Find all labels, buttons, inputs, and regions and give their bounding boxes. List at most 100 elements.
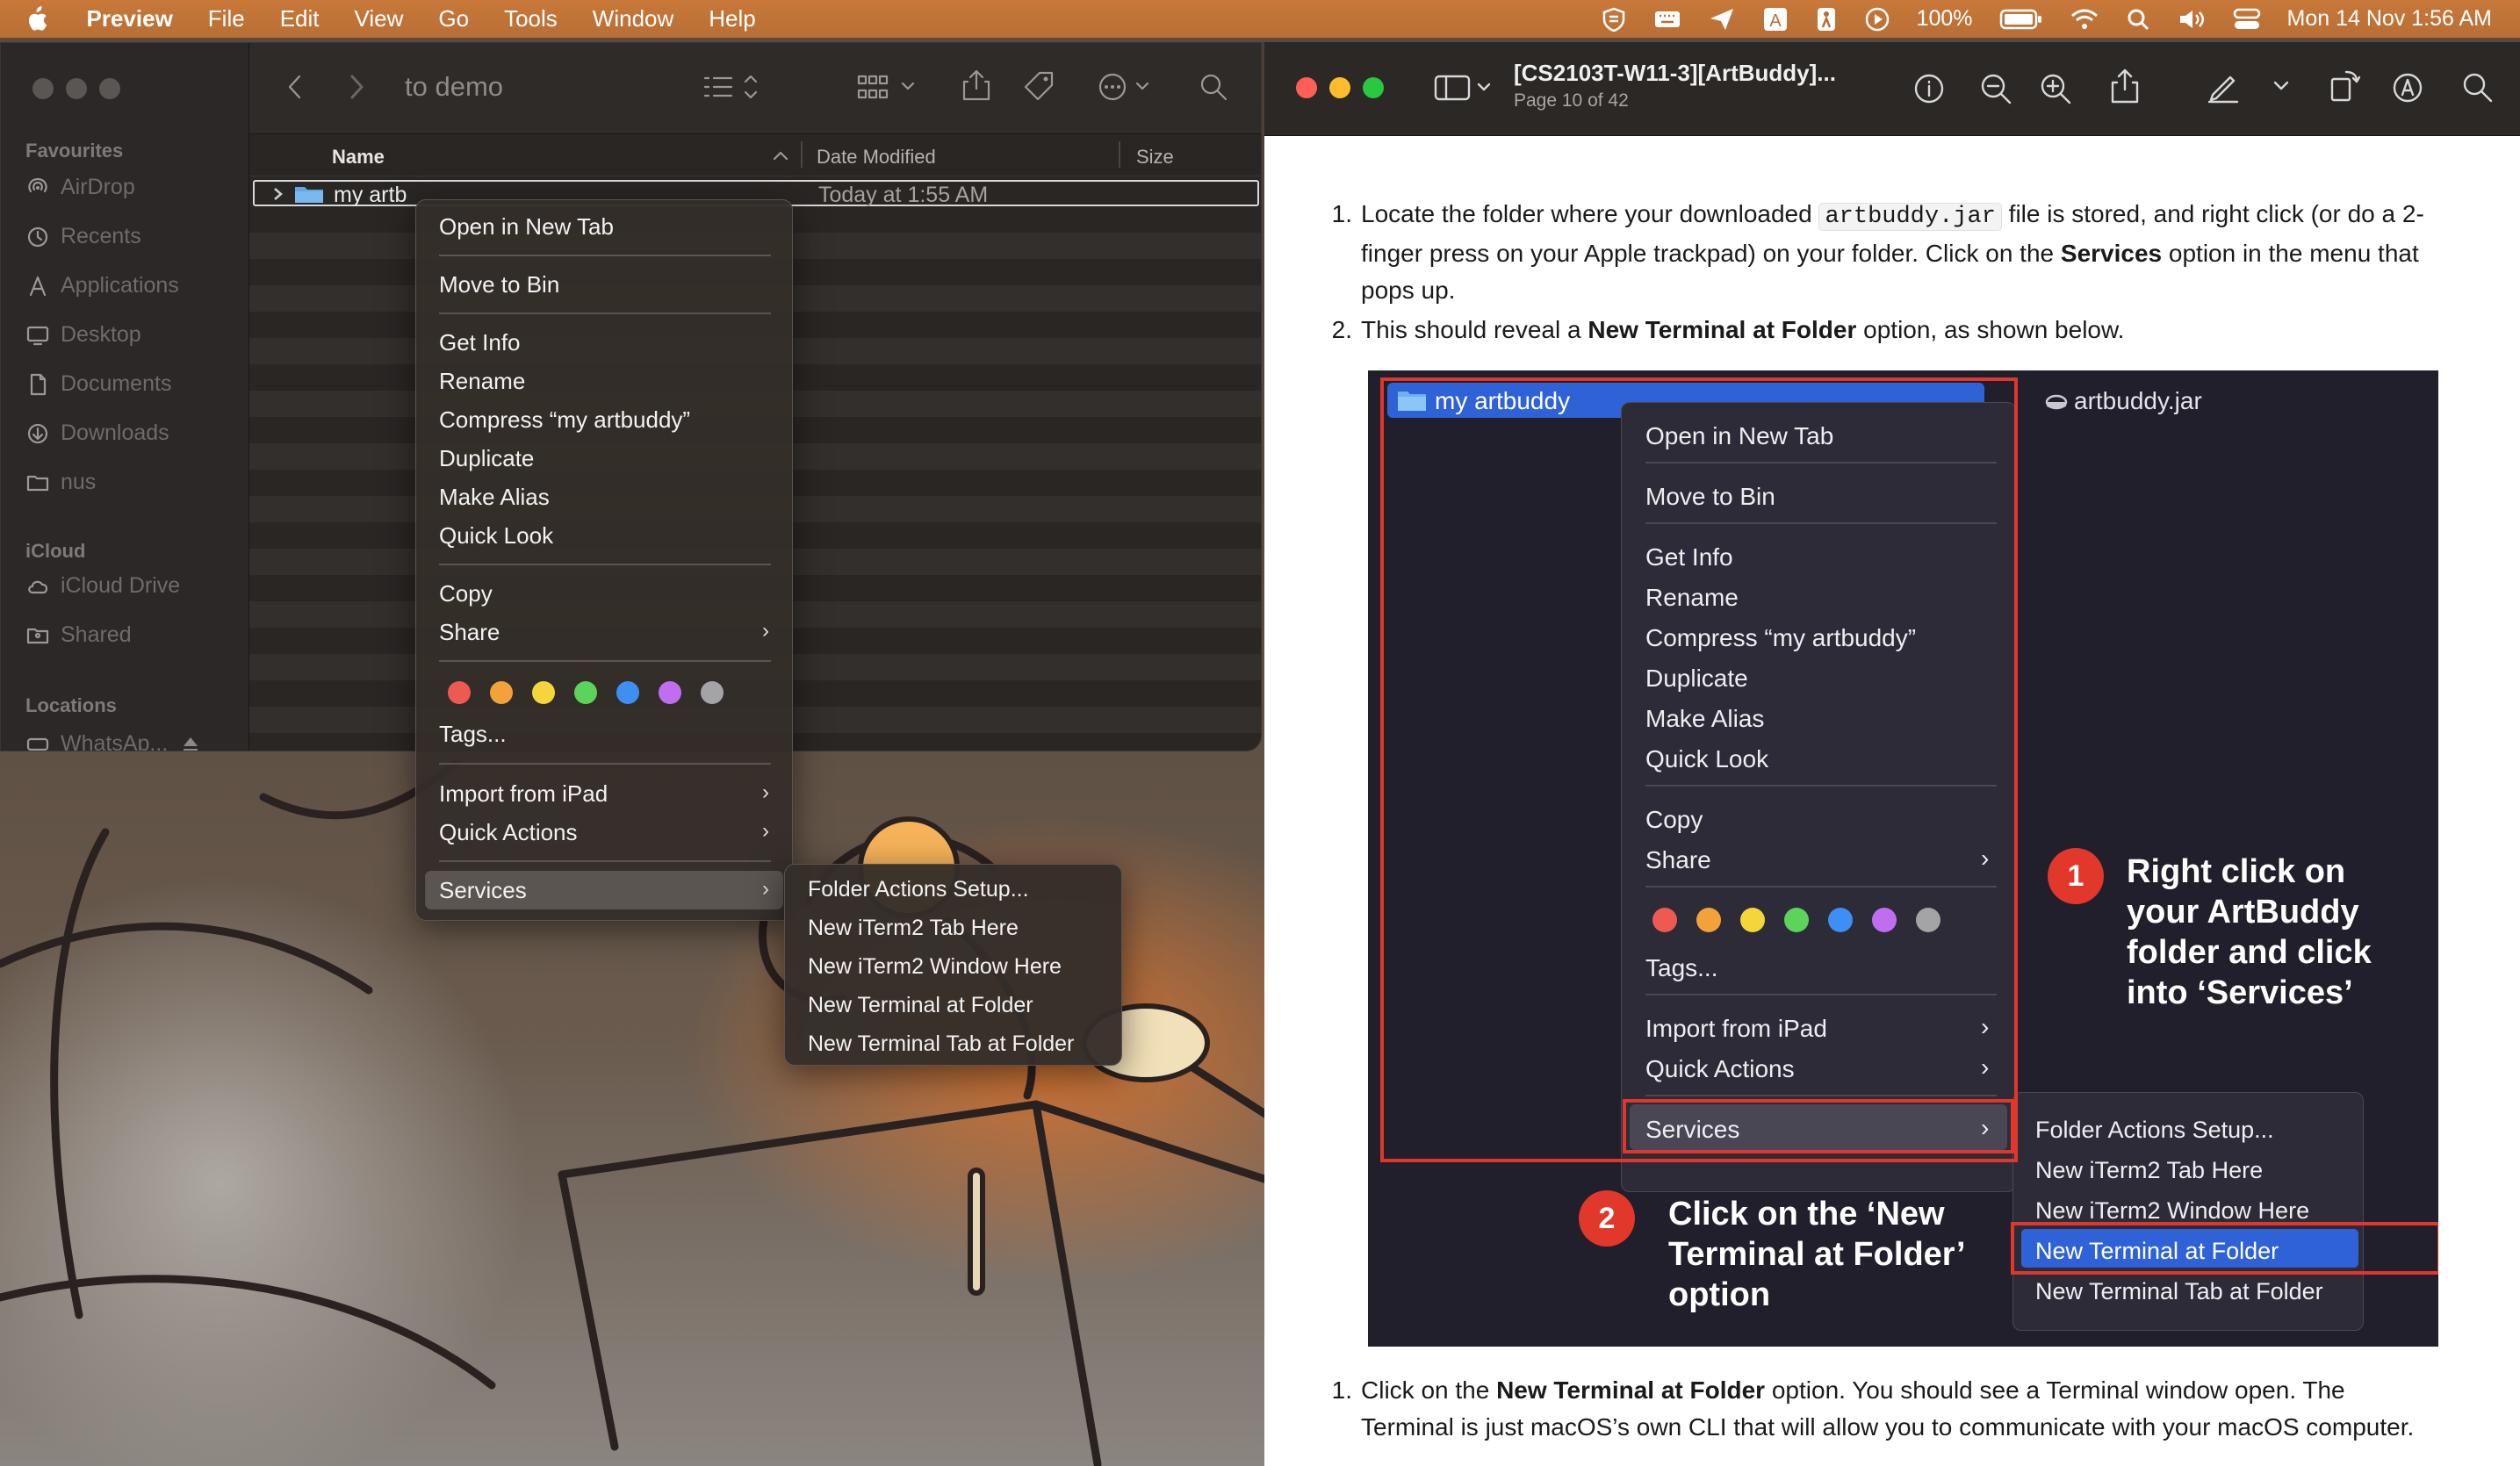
sidebar-item-label: Applications: [61, 273, 179, 298]
volume-icon[interactable]: [2177, 7, 2207, 32]
search-icon[interactable]: [1198, 71, 1229, 103]
menu-tools[interactable]: Tools: [504, 5, 558, 32]
keyboard-icon[interactable]: [1653, 8, 1681, 31]
menu-item-new-terminal-tab-at-folder[interactable]: New Terminal Tab at Folder: [808, 1031, 1074, 1057]
menu-item-open-new-tab[interactable]: Open in New Tab: [439, 213, 614, 241]
services-submenu: Folder Actions Setup... New iTerm2 Tab H…: [784, 864, 1122, 1066]
annotation-box-services: [1623, 1099, 2014, 1153]
rotate-icon[interactable]: [2327, 68, 2362, 104]
back-icon[interactable]: [284, 73, 306, 101]
chevron-down-icon[interactable]: [2271, 77, 2292, 95]
sidebar-item-desktop[interactable]: Desktop: [25, 322, 141, 348]
spotlight-search-icon[interactable]: [2126, 7, 2150, 32]
tag-color-orange[interactable]: [490, 681, 513, 704]
svg-text:A: A: [1769, 11, 1782, 31]
sidebar-item-recents[interactable]: Recents: [25, 224, 141, 249]
accessibility-icon[interactable]: [1815, 6, 1838, 32]
menu-item-move-to-bin[interactable]: Move to Bin: [439, 271, 559, 298]
tag-icon[interactable]: [1022, 69, 1057, 104]
zoom-out-icon[interactable]: [1979, 72, 2014, 107]
forward-icon[interactable]: [346, 73, 367, 101]
apple-logo-icon[interactable]: [24, 5, 48, 33]
menu-item-new-iterm2-window[interactable]: New iTerm2 Window Here: [808, 954, 1062, 980]
menu-go[interactable]: Go: [438, 5, 469, 32]
shield-icon[interactable]: [1601, 6, 1627, 32]
tag-color-green[interactable]: [574, 681, 597, 704]
tag-color-purple[interactable]: [659, 681, 681, 704]
tag-color-blue[interactable]: [616, 681, 639, 704]
close-button[interactable]: [1296, 77, 1317, 98]
tag-color-red[interactable]: [448, 681, 471, 704]
sidebar-item-airdrop[interactable]: AirDrop: [25, 175, 135, 200]
menu-item-services[interactable]: Services: [439, 877, 527, 904]
column-date-modified[interactable]: Date Modified: [817, 146, 936, 169]
chevron-right-icon: ›: [762, 819, 769, 843]
close-button[interactable]: [32, 78, 54, 99]
play-icon[interactable]: [1864, 6, 1890, 32]
control-center-icon[interactable]: [2233, 7, 2261, 32]
tag-color-yellow[interactable]: [532, 681, 555, 704]
zoom-button[interactable]: [99, 78, 120, 99]
folder-icon: [26, 475, 49, 491]
menu-item-compress[interactable]: Compress “my artbuddy”: [439, 406, 690, 434]
menu-item-new-iterm2-tab[interactable]: New iTerm2 Tab Here: [808, 916, 1019, 941]
eject-icon[interactable]: [178, 732, 203, 752]
column-name[interactable]: Name: [332, 146, 385, 169]
menu-item-new-terminal-at-folder[interactable]: New Terminal at Folder: [808, 993, 1033, 1018]
info-icon[interactable]: [1912, 72, 1946, 105]
disclosure-chevron-icon[interactable]: [272, 186, 284, 202]
menu-view[interactable]: View: [355, 5, 404, 32]
menu-item-share[interactable]: Share: [439, 619, 500, 646]
battery-percent: 100%: [1916, 6, 1973, 31]
menu-item-quick-look[interactable]: Quick Look: [439, 522, 553, 550]
markup-pen-icon[interactable]: [2206, 68, 2241, 104]
share-icon[interactable]: [961, 68, 992, 103]
zoom-in-icon[interactable]: [2039, 72, 2074, 107]
column-divider: [801, 141, 803, 168]
menu-item-quick-actions[interactable]: Quick Actions: [439, 819, 578, 846]
menu-item-import-from-ipad[interactable]: Import from iPad: [439, 780, 608, 808]
annotate-icon[interactable]: [2390, 70, 2425, 105]
finder-toolbar: to demo: [249, 43, 1261, 134]
tag-color-grey[interactable]: [701, 681, 724, 704]
menu-help[interactable]: Help: [709, 5, 755, 32]
wifi-icon[interactable]: [2070, 7, 2099, 32]
search-icon[interactable]: [2460, 70, 2495, 105]
menu-file[interactable]: File: [208, 5, 245, 32]
share-icon[interactable]: [2109, 67, 2141, 105]
menu-item-duplicate[interactable]: Duplicate: [439, 445, 534, 472]
menu-item-get-info[interactable]: Get Info: [439, 329, 521, 356]
group-icon[interactable]: [855, 71, 925, 103]
more-actions-icon[interactable]: [1097, 71, 1167, 103]
menu-item-tags[interactable]: Tags...: [439, 721, 507, 748]
battery-icon[interactable]: [1999, 8, 2043, 31]
menu-item-folder-actions-setup[interactable]: Folder Actions Setup...: [808, 877, 1029, 902]
sidebar-item-whatsapp[interactable]: WhatsAp...: [25, 731, 203, 751]
input-source-icon[interactable]: A: [1762, 6, 1789, 32]
sidebar-item-icloud-drive[interactable]: iCloud Drive: [25, 573, 180, 599]
step-text: option, as shown below.: [1856, 316, 2125, 343]
sidebar-item-nus[interactable]: nus: [25, 470, 96, 495]
menu-item-make-alias[interactable]: Make Alias: [439, 484, 550, 511]
sidebar-item-shared[interactable]: Shared: [25, 622, 132, 648]
menu-item-rename[interactable]: Rename: [439, 368, 525, 395]
sidebar-item-applications[interactable]: Applications: [25, 273, 179, 298]
document-page: 1. Locate the folder where your download…: [1273, 136, 2520, 1466]
column-size[interactable]: Size: [1136, 146, 1174, 169]
sidebar-item-documents[interactable]: Documents: [25, 371, 171, 397]
menu-edit[interactable]: Edit: [280, 5, 320, 32]
sort-ascending-icon[interactable]: [772, 148, 789, 162]
menu-app-name[interactable]: Preview: [87, 5, 173, 32]
send-icon[interactable]: [1708, 6, 1736, 32]
list-view-icon[interactable]: [702, 71, 763, 103]
minimize-button[interactable]: [66, 78, 87, 99]
chevron-right-icon: ›: [762, 619, 769, 643]
sidebar-toggle-icon[interactable]: [1433, 72, 1496, 104]
sidebar-header-icloud: iCloud: [25, 540, 86, 562]
clock[interactable]: Mon 14 Nov 1:56 AM: [2287, 6, 2492, 32]
menu-item-copy[interactable]: Copy: [439, 580, 493, 607]
minimize-button[interactable]: [1329, 77, 1350, 98]
sidebar-item-downloads[interactable]: Downloads: [25, 420, 169, 446]
zoom-button[interactable]: [1363, 77, 1384, 98]
menu-window[interactable]: Window: [593, 5, 673, 32]
